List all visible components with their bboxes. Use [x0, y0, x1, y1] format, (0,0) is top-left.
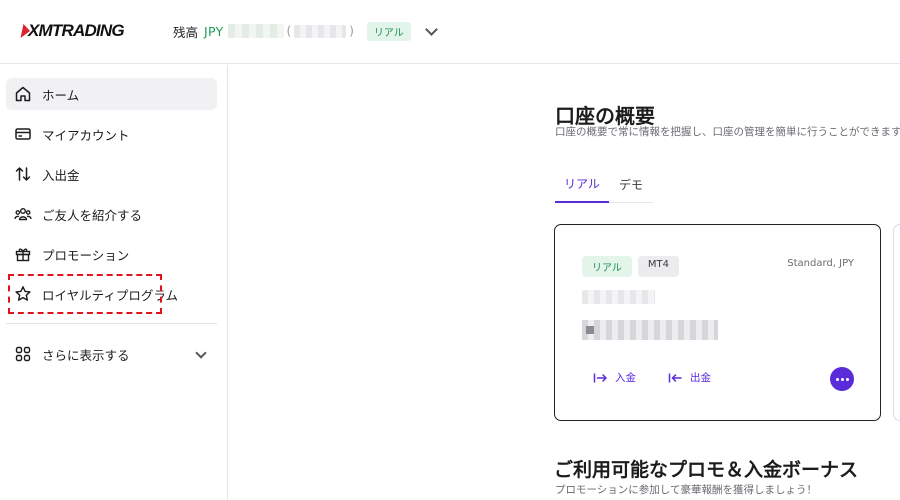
- balance-sub-redacted: [294, 24, 347, 38]
- deposit-arrow-icon: [593, 372, 609, 384]
- gift-icon: [14, 245, 32, 263]
- sidebar-item-refer-friend[interactable]: ご友人を紹介する: [6, 198, 217, 230]
- balance-label: 残高: [173, 24, 199, 40]
- platform-badge: MT4: [637, 256, 680, 277]
- sidebar-item-my-account[interactable]: マイアカウント: [6, 118, 217, 150]
- users-icon: [14, 205, 32, 223]
- brand-logo[interactable]: XMTRADING: [20, 20, 125, 42]
- main-content: 口座の概要 口座の概要で常に情報を把握し、口座の管理を簡単に行うことができます。…: [229, 65, 900, 500]
- paren-open: (: [286, 24, 292, 38]
- chevron-down-icon: [195, 347, 207, 359]
- sidebar-show-more[interactable]: さらに表示する: [6, 338, 217, 370]
- paren-close: ): [349, 24, 354, 38]
- card-badges: リアル MT4: [582, 256, 680, 277]
- more-dots-icon: [840, 377, 844, 381]
- star-icon: [14, 285, 32, 303]
- top-header: XMTRADING 残高 JPY ( ) リアル: [0, 0, 900, 64]
- balance-amount-redacted: [227, 24, 284, 38]
- sidebar-item-label: ロイヤルティプログラム: [42, 287, 179, 303]
- more-options-button[interactable]: [830, 367, 854, 391]
- account-card[interactable]: リアル MT4 Standard, JPY 入金 出金: [554, 224, 881, 421]
- account-type-label: Standard, JPY: [787, 258, 854, 269]
- balance-currency: JPY: [204, 23, 224, 39]
- sidebar-item-loyalty-program[interactable]: ロイヤルティプログラム: [6, 278, 217, 310]
- account-type-badge: リアル: [366, 21, 411, 41]
- sidebar-item-home[interactable]: ホーム: [6, 78, 217, 110]
- grid-icon: [14, 345, 32, 363]
- account-tabs: リアル デモ: [555, 165, 653, 203]
- sidebar-item-deposit-withdraw[interactable]: 入出金: [6, 158, 217, 190]
- withdraw-button[interactable]: 出金: [668, 370, 711, 385]
- deposit-button[interactable]: 入金: [593, 370, 636, 385]
- withdraw-label: 出金: [690, 372, 711, 384]
- page-subtitle: 口座の概要で常に情報を把握し、口座の管理を簡単に行うことができます。: [555, 126, 900, 138]
- account-number-redacted: [582, 290, 655, 304]
- sidebar-item-label: 入出金: [42, 167, 80, 183]
- chevron-down-icon[interactable]: [425, 23, 438, 36]
- next-account-card[interactable]: [893, 224, 900, 421]
- deposit-label: 入金: [615, 372, 636, 384]
- sidebar-item-promotions[interactable]: プロモーション: [6, 238, 217, 270]
- tab-real[interactable]: リアル: [555, 165, 609, 203]
- tab-demo[interactable]: デモ: [611, 165, 651, 203]
- account-real-badge: リアル: [582, 256, 632, 277]
- account-balance-redacted: [582, 320, 718, 340]
- sidebar-item-label: ご友人を紹介する: [42, 207, 143, 223]
- card-icon: [14, 125, 32, 143]
- home-icon: [14, 85, 32, 103]
- sidebar-item-label: ホーム: [42, 87, 80, 103]
- more-dots-icon: [845, 377, 849, 381]
- balance-display[interactable]: 残高 JPY ( ) リアル: [173, 20, 411, 42]
- promo-section-title: ご利用可能なプロモ＆入金ボーナス: [554, 459, 859, 481]
- logo-text: XMTRADING: [28, 21, 125, 40]
- sidebar-divider: [6, 323, 217, 324]
- sidebar-item-label: プロモーション: [42, 247, 130, 263]
- sidebar-item-label: さらに表示する: [42, 347, 130, 363]
- sidebar-item-label: マイアカウント: [42, 127, 130, 143]
- promo-section-subtitle: プロモーションに参加して豪華報酬を獲得しましょう！: [555, 484, 817, 496]
- withdraw-arrow-icon: [668, 372, 684, 384]
- sidebar: ホーム マイアカウント 入出金 ご友人を紹介する プロモーション ロイヤルティプ…: [0, 65, 228, 500]
- transfer-arrows-icon: [14, 165, 32, 183]
- more-dots-icon: [835, 377, 839, 381]
